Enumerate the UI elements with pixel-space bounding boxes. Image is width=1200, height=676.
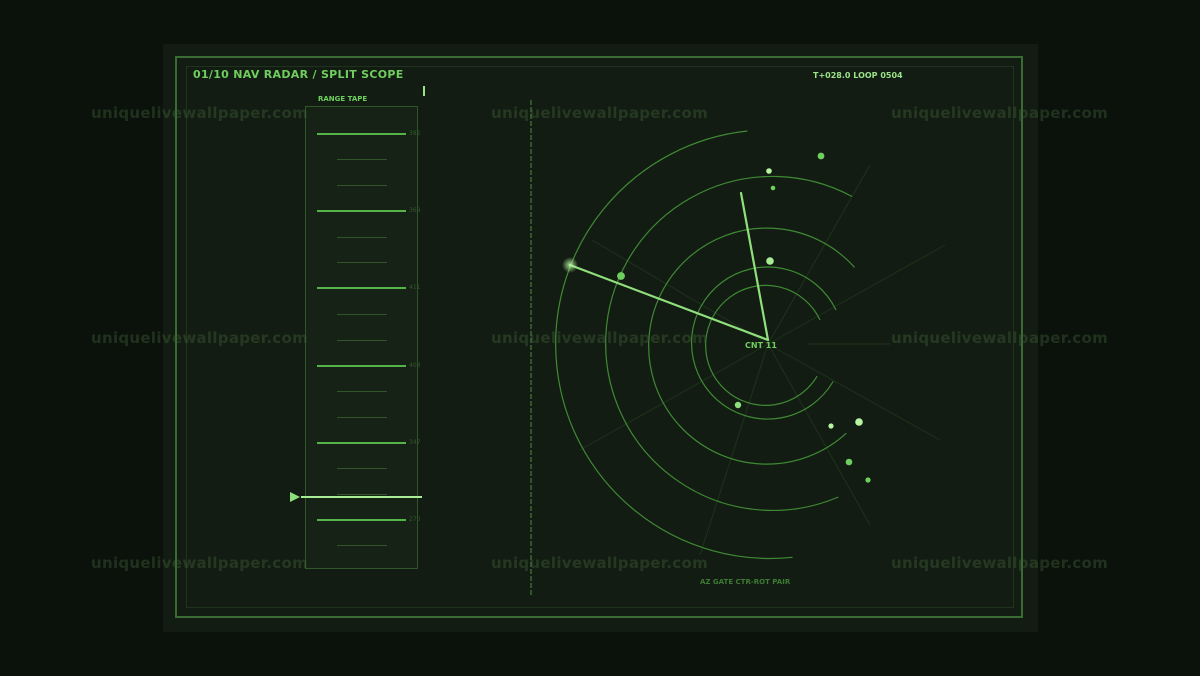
watermark-text: uniquelivewallpaper.com [891,104,1109,122]
sweep-lines [568,191,770,342]
contact-blip [845,458,853,466]
watermark-text: uniquelivewallpaper.com [891,329,1109,347]
contacts [617,152,871,483]
watermark-text: uniquelivewallpaper.com [491,104,709,122]
contact-blip [770,185,776,191]
watermark-text: uniquelivewallpaper.com [491,329,709,347]
faint-radials [579,164,946,556]
center-contact-label: CNT 11 [745,341,777,350]
contact-blip [766,168,772,174]
contact-blip [817,152,825,160]
watermark-text: uniquelivewallpaper.com [91,329,309,347]
watermark-text: uniquelivewallpaper.com [91,104,309,122]
watermark-text: uniquelivewallpaper.com [891,554,1109,572]
contact-blip [766,257,774,265]
contact-blip [828,423,834,429]
sweep-glow [562,257,578,273]
radial-line [767,343,871,526]
contact-blip [734,401,742,409]
contact-blip [855,418,863,426]
scope-footer-label: AZ GATE CTR-ROT PAIR [700,578,791,586]
watermark-text: uniquelivewallpaper.com [91,554,309,572]
contact-blip [617,272,625,280]
radial-line [767,343,941,441]
contact-blip [865,477,871,483]
watermark-text: uniquelivewallpaper.com [491,554,709,572]
radial-line [579,343,769,451]
